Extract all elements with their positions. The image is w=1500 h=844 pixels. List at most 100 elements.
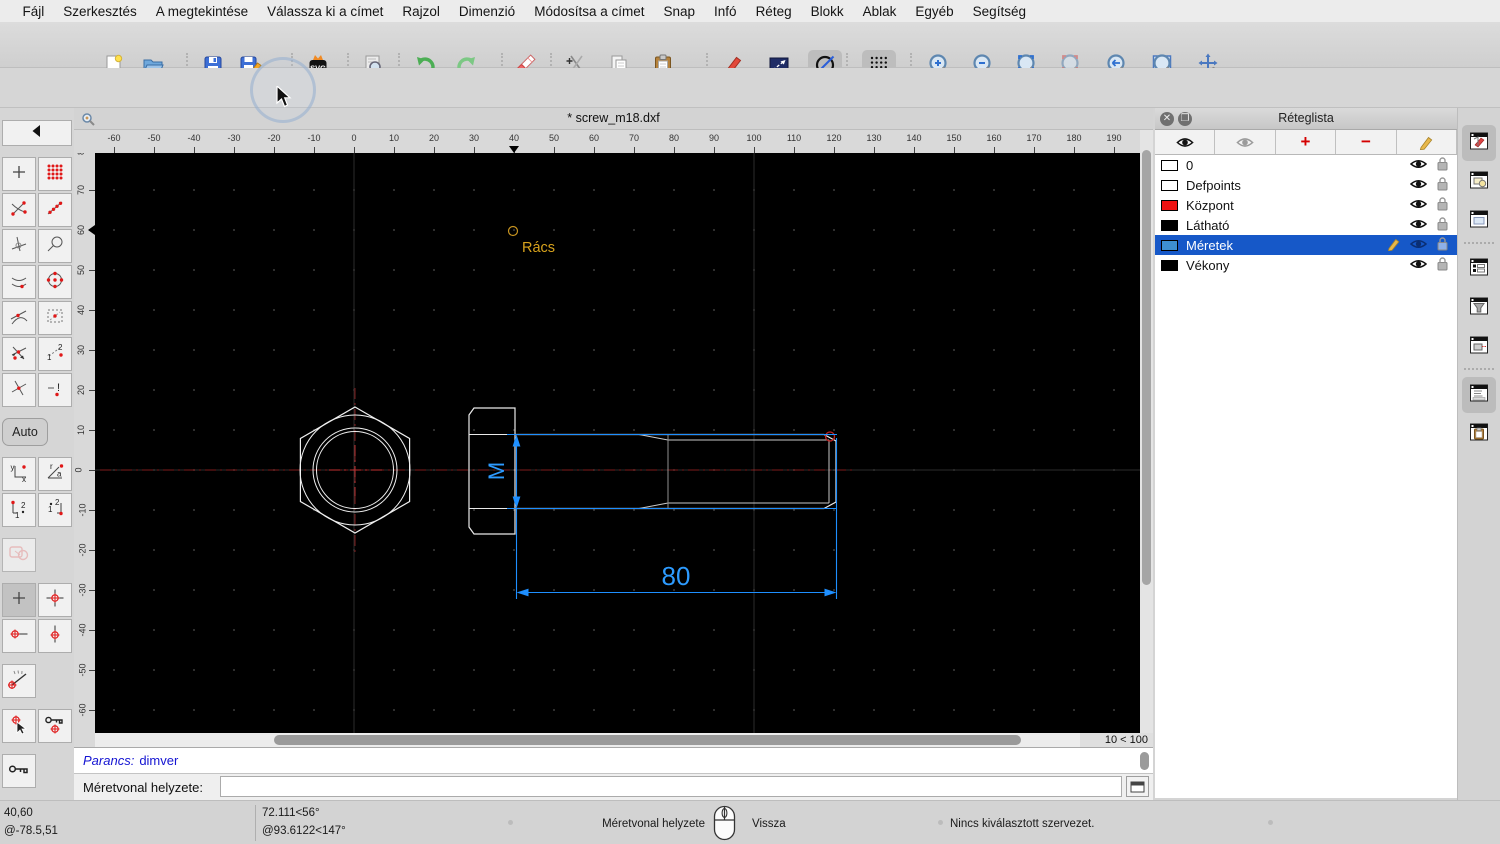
select-entity-button[interactable] <box>2 538 36 572</box>
menu-item-szerkeszt-s[interactable]: Szerkesztés <box>54 4 147 19</box>
snap-on-entity-button[interactable] <box>38 193 72 227</box>
snap-grid-button[interactable] <box>38 157 72 191</box>
snap-endpoints-button[interactable] <box>2 193 36 227</box>
v-ruler-label: -30 <box>77 583 88 597</box>
panel-blocks-button[interactable] <box>1462 164 1496 200</box>
abs-polar: 72.111<56° <box>262 807 320 819</box>
back-button[interactable] <box>2 120 72 146</box>
layer-color-swatch[interactable] <box>1161 159 1178 171</box>
snap-intersection-auto-button[interactable] <box>2 337 36 371</box>
snap-perpendicular-button[interactable] <box>2 229 36 263</box>
snap-intersection-button[interactable] <box>2 373 36 407</box>
remove-layer-button[interactable]: − <box>1336 130 1397 154</box>
layer-lock-icon[interactable] <box>1436 216 1449 234</box>
menu-item-r-teg[interactable]: Réteg <box>746 4 801 19</box>
vertical-scrollbar-thumb[interactable] <box>1142 150 1151 585</box>
snap-distance-button[interactable]: 12 <box>38 337 72 371</box>
menu-item-snap[interactable]: Snap <box>654 4 705 19</box>
set-relative-zero-button[interactable] <box>2 709 36 743</box>
command-detach-button[interactable] <box>1126 776 1149 797</box>
menu-item-a-megtekint-se[interactable]: A megtekintése <box>146 4 257 19</box>
coord-cartesian-button[interactable]: yx <box>2 457 36 491</box>
layer-row-m-retek[interactable]: Méretek <box>1155 235 1457 255</box>
snap-endpoints-icon <box>9 198 29 223</box>
snap-intersection-manual-button[interactable]: ! <box>38 373 72 407</box>
angle-gauge-button[interactable] <box>2 664 36 698</box>
restrict-vertical-icon <box>45 624 65 649</box>
add-layer-button[interactable]: + <box>1276 130 1337 154</box>
layer-visibility-icon[interactable] <box>1409 238 1428 253</box>
snap-center-button[interactable] <box>38 265 72 299</box>
menu-item-inf-[interactable]: Infó <box>705 4 747 19</box>
vertical-scrollbar[interactable] <box>1140 130 1153 733</box>
drawing-canvas[interactable]: 80 M Rács <box>95 153 1140 733</box>
layer-row-v-kony[interactable]: Vékony <box>1155 255 1457 275</box>
menu-item-f-jl[interactable]: Fájl <box>13 4 54 19</box>
layer-lock-icon[interactable] <box>1436 256 1449 274</box>
layer-lock-icon[interactable] <box>1436 236 1449 254</box>
layer-edit-icon[interactable] <box>1387 237 1401 254</box>
mouse-left-hint: Méretvonal helyzete <box>602 818 705 830</box>
restrict-nothing-button[interactable] <box>2 583 36 617</box>
restrict-horizontal-button[interactable] <box>2 619 36 653</box>
menu-item-v-lassza-ki-a-c-met[interactable]: Válassza ki a címet <box>258 4 393 19</box>
menu-item-blokk[interactable]: Blokk <box>801 4 853 19</box>
menu-item-seg-ts-g[interactable]: Segítség <box>963 4 1035 19</box>
horizontal-scrollbar[interactable] <box>95 733 1080 747</box>
layer-visibility-icon[interactable] <box>1409 258 1428 273</box>
panel-library-button[interactable] <box>1462 329 1496 365</box>
svg-text:y: y <box>11 463 15 472</box>
menu-item-m-dos-tsa-a-c-met[interactable]: Módosítsa a címet <box>525 4 654 19</box>
layer-lock-icon[interactable] <box>1436 176 1449 194</box>
snap-on-entity-icon <box>45 198 65 223</box>
h-ruler-label: 20 <box>428 133 440 143</box>
snap-nearest-button[interactable] <box>2 265 36 299</box>
svg-text:2: 2 <box>21 501 26 510</box>
restrict-orthogonal-button[interactable] <box>38 583 72 617</box>
panel-clipboard-button[interactable] <box>1462 416 1496 452</box>
layer-visibility-icon[interactable] <box>1409 198 1428 213</box>
corner-first-button[interactable]: 12 <box>2 493 36 527</box>
show-all-layers-button[interactable] <box>1155 130 1216 154</box>
layer-color-swatch[interactable] <box>1161 259 1178 271</box>
snap-entity-handle-button[interactable] <box>38 229 72 263</box>
unlock-relative-zero-button[interactable] <box>2 754 36 788</box>
menu-item-ablak[interactable]: Ablak <box>853 4 906 19</box>
restrict-vertical-button[interactable] <box>38 619 72 653</box>
panel-filter-button[interactable] <box>1462 290 1496 326</box>
lock-relative-zero-button[interactable] <box>38 709 72 743</box>
layer-color-swatch[interactable] <box>1161 199 1178 211</box>
layer-color-swatch[interactable] <box>1161 239 1178 251</box>
menu-item-egy-b[interactable]: Egyéb <box>906 4 963 19</box>
v-ruler-label: -10 <box>77 503 88 517</box>
coord-polar-button[interactable]: ra <box>38 457 72 491</box>
layer-row-0[interactable]: 0 <box>1155 155 1457 175</box>
layer-color-swatch[interactable] <box>1161 179 1178 191</box>
command-input[interactable] <box>220 776 1122 797</box>
hide-all-layers-button[interactable] <box>1215 130 1276 154</box>
menu-item-rajzol[interactable]: Rajzol <box>393 4 450 19</box>
horizontal-scrollbar-thumb[interactable] <box>274 735 1021 745</box>
layer-visibility-icon[interactable] <box>1409 158 1428 173</box>
layer-lock-icon[interactable] <box>1436 196 1449 214</box>
layer-lock-icon[interactable] <box>1436 156 1449 174</box>
edit-layer-button[interactable] <box>1397 130 1458 154</box>
panel-drawing-button[interactable] <box>1462 125 1496 161</box>
layer-color-swatch[interactable] <box>1161 219 1178 231</box>
panel-layerlist-button[interactable] <box>1462 251 1496 287</box>
panel-window-button[interactable] <box>1462 203 1496 239</box>
layer-row-defpoints[interactable]: Defpoints <box>1155 175 1457 195</box>
corner-second-button[interactable]: 12 <box>38 493 72 527</box>
layer-row-l-that-[interactable]: Látható <box>1155 215 1457 235</box>
layer-visibility-icon[interactable] <box>1409 218 1428 233</box>
snap-reference-button[interactable] <box>38 301 72 335</box>
command-history-scrollbar[interactable] <box>1140 752 1149 770</box>
h-ruler-label: -10 <box>307 133 321 143</box>
snap-free-button[interactable] <box>2 157 36 191</box>
layer-row-k-zpont[interactable]: Központ <box>1155 195 1457 215</box>
snap-auto-button[interactable]: Auto <box>2 418 48 446</box>
snap-tangent-button[interactable] <box>2 301 36 335</box>
layer-visibility-icon[interactable] <box>1409 178 1428 193</box>
panel-command-button[interactable] <box>1462 377 1496 413</box>
menu-item-dimenzi-[interactable]: Dimenzió <box>449 4 524 19</box>
